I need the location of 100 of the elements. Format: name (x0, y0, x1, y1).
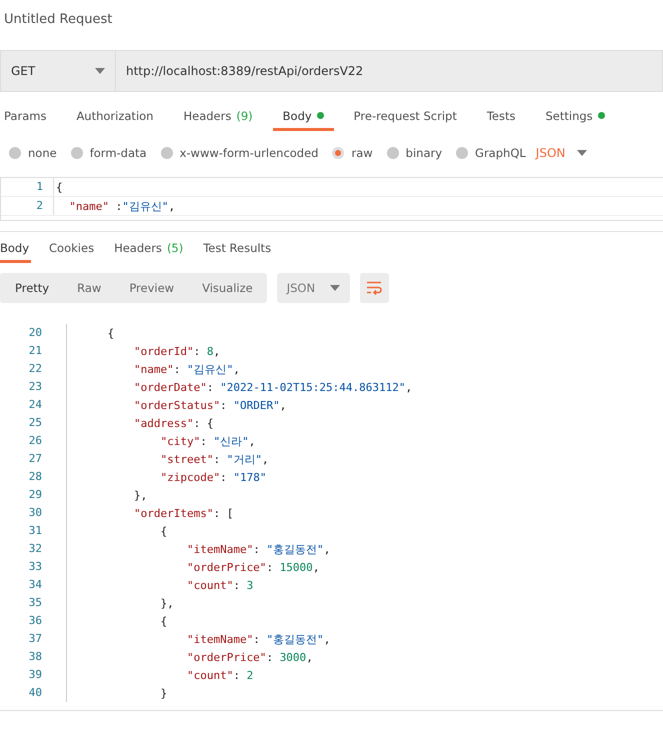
line-number: 36 (0, 612, 67, 630)
json-punctuation: { (56, 180, 63, 194)
radio-button[interactable] (70, 147, 83, 159)
radio-button[interactable] (9, 147, 21, 159)
caret-icon (95, 68, 105, 74)
request-tab[interactable]: Body (272, 103, 334, 131)
json-key: "orderStatus" (81, 398, 220, 412)
body-type-option[interactable]: raw (332, 146, 373, 160)
line-number: 38 (0, 648, 67, 666)
json-key: "count" (81, 578, 234, 592)
json-string: "김유신" (122, 200, 168, 212)
json-punctuation: { (159, 614, 168, 628)
method-dropdown[interactable]: GET (0, 50, 116, 92)
json-string: "홍길동전" (266, 632, 324, 646)
json-punctuation: : (253, 632, 261, 646)
request-body-editor[interactable]: 1 { 2 "name" :"김유신", (0, 177, 663, 221)
json-punctuation: : (233, 668, 241, 682)
radio-button[interactable] (160, 147, 173, 159)
line-number: 24 (0, 396, 67, 414)
view-mode-button[interactable]: Raw (63, 273, 116, 303)
json-string: "ORDER" (233, 398, 280, 412)
line-number: 1 (1, 178, 54, 196)
wrap-icon (366, 281, 382, 295)
json-key: "orderId" (81, 344, 194, 358)
body-type-option[interactable]: GraphQL (456, 146, 526, 160)
body-type-option[interactable]: none (9, 146, 57, 160)
json-number: 2 (246, 668, 254, 682)
caret-icon (577, 150, 588, 156)
json-string: "홍길동전" (266, 542, 324, 556)
response-tab[interactable]: Test Results (201, 235, 274, 263)
json-number: 3000 (280, 650, 306, 664)
line-number: 35 (0, 594, 67, 612)
line-number: 22 (0, 360, 67, 378)
body-type-option[interactable]: form-data (70, 146, 147, 160)
json-punctuation: : { (194, 416, 214, 430)
view-mode-button[interactable]: Preview (115, 273, 188, 303)
json-key: "orderDate" (81, 380, 207, 394)
json-punctuation: , (213, 344, 220, 358)
json-punctuation: : (206, 380, 214, 394)
line-number: 29 (0, 486, 67, 504)
line-number: 40 (0, 684, 67, 702)
request-tab[interactable]: Authorization (66, 103, 164, 131)
json-key: "orderItems" (81, 506, 214, 520)
request-tab[interactable]: Tests (476, 103, 526, 131)
line-number: 28 (0, 468, 67, 486)
radio-button[interactable] (332, 147, 344, 159)
caret-icon (330, 285, 340, 291)
line-number: 26 (0, 432, 67, 450)
json-punctuation: , (280, 398, 286, 412)
tab-count: (5) (166, 240, 184, 254)
json-key: "orderPrice" (81, 650, 266, 664)
wrap-lines-button[interactable] (360, 273, 389, 303)
json-punctuation: , (406, 380, 412, 394)
json-punctuation: , (312, 560, 320, 574)
radio-button[interactable] (386, 147, 399, 159)
json-number: 8 (206, 344, 214, 358)
radio-button[interactable] (456, 147, 468, 159)
json-punctuation: : [ (213, 506, 234, 520)
json-punctuation: : (233, 578, 241, 592)
body-type-option[interactable]: x-www-form-urlencoded (160, 146, 318, 160)
request-tab[interactable]: Settings (535, 103, 615, 131)
response-tab[interactable]: Cookies (47, 235, 96, 263)
json-punctuation: : (213, 452, 222, 466)
line-number: 31 (0, 522, 67, 540)
json-punctuation: : (200, 434, 208, 448)
json-key: "name" (81, 362, 174, 376)
request-tab[interactable]: Params (0, 103, 56, 131)
json-key: "city" (81, 434, 200, 448)
json-key: "street" (81, 452, 214, 466)
json-punctuation: , (324, 542, 330, 556)
view-mode-button[interactable]: Visualize (188, 273, 267, 303)
json-string: "신라" (213, 434, 249, 448)
response-tab[interactable]: Body (0, 235, 32, 263)
json-key: "zipcode" (81, 470, 220, 484)
body-type-option[interactable]: binary (386, 146, 442, 160)
json-key: "address" (81, 416, 194, 430)
response-tab[interactable]: Headers (5) (112, 235, 186, 263)
line-number: 2 (1, 197, 54, 215)
request-tab[interactable]: Pre-request Script (344, 103, 467, 131)
format-dropdown[interactable]: JSON (276, 273, 350, 303)
json-punctuation: }, (159, 596, 174, 610)
json-number: 15000 (280, 560, 313, 574)
json-punctuation: : (220, 470, 228, 484)
json-punctuation: , (233, 362, 240, 376)
line-number: 23 (0, 378, 67, 396)
json-punctuation: : (174, 362, 182, 376)
json-key: "itemName" (81, 632, 254, 646)
json-key: "orderPrice" (81, 560, 266, 574)
json-punctuation: : (220, 398, 228, 412)
json-punctuation: , (248, 434, 256, 448)
json-punctuation: }, (132, 488, 148, 502)
json-string: "거리" (226, 452, 262, 466)
json-punctuation: : (266, 650, 274, 664)
view-mode-button[interactable]: Pretty (0, 273, 64, 303)
json-key: "name" (56, 200, 109, 212)
tab-count: (9) (236, 108, 253, 122)
line-number: 34 (0, 576, 67, 594)
json-key: "count" (81, 668, 234, 682)
url-field[interactable]: http://localhost:8389/restApi/ordersV22 (116, 50, 663, 92)
request-tab[interactable]: Headers (9) (173, 103, 263, 131)
